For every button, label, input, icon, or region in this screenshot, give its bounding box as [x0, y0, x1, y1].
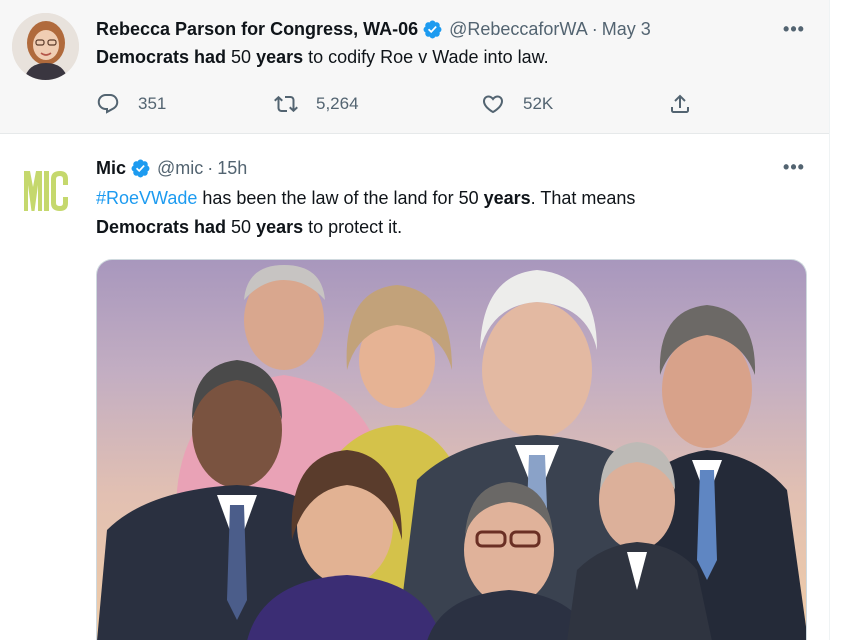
avatar[interactable] [12, 13, 79, 80]
tweet-timestamp[interactable]: 15h [217, 158, 247, 179]
tweet-rebecca-parson[interactable]: Rebecca Parson for Congress, WA-06 @Rebe… [0, 0, 829, 134]
text-bold: Democrats had [96, 47, 227, 67]
like-count: 52K [523, 94, 554, 113]
author-handle[interactable]: @RebeccaforWA [449, 19, 588, 40]
text-span: to protect it. [303, 217, 403, 237]
more-icon[interactable]: ••• [783, 156, 805, 178]
tweet-text-line-2: Democrats had 50 years to protect it. [96, 213, 402, 241]
tweet-header: Rebecca Parson for Congress, WA-06 @Rebe… [96, 17, 651, 41]
verified-icon [131, 159, 150, 177]
text-bold: Democrats had [96, 217, 227, 237]
politicians-collage-image [97, 265, 806, 640]
reply-count: 351 [138, 94, 167, 113]
tweet-actions: 351 5,264 52K [96, 90, 706, 118]
tweet-media-image[interactable] [96, 259, 807, 640]
retweet-button[interactable]: 5,264 [274, 90, 359, 118]
like-button[interactable]: 52K [481, 90, 553, 118]
mic-logo[interactable] [22, 165, 70, 215]
tweet-header: Mic @mic · 15h [96, 156, 247, 180]
text-span: to codify Roe v Wade into law. [303, 47, 549, 67]
tweet-timestamp[interactable]: May 3 [602, 19, 651, 40]
like-icon [482, 95, 504, 114]
retweet-icon [274, 95, 298, 113]
author-handle[interactable]: @mic [157, 158, 203, 179]
share-icon [671, 94, 689, 113]
text-span: . That means [530, 188, 636, 208]
hashtag-link[interactable]: #RoeVWade [96, 188, 197, 208]
text-bold: years [256, 47, 304, 67]
reply-button[interactable]: 351 [96, 90, 166, 118]
separator-dot: · [207, 157, 214, 178]
verified-icon [423, 20, 442, 38]
text-span: 50 [226, 47, 257, 67]
tweet-mic[interactable]: Mic @mic · 15h ••• #RoeVWade has been th… [0, 135, 829, 640]
right-gutter [829, 0, 854, 640]
text-bold: years [483, 188, 531, 208]
share-button[interactable] [668, 90, 710, 118]
separator-dot: · [591, 18, 598, 39]
text-span: 50 [226, 217, 257, 237]
more-icon[interactable]: ••• [783, 18, 805, 40]
author-name[interactable]: Rebecca Parson for Congress, WA-06 [96, 19, 418, 40]
retweet-count: 5,264 [316, 94, 359, 113]
text-span: has been the law of the land for 50 [197, 188, 484, 208]
tweet-text: Democrats had 50 years to codify Roe v W… [96, 43, 549, 71]
reply-icon [97, 94, 119, 114]
text-bold: years [256, 217, 304, 237]
tweet-text-line-1: #RoeVWade has been the law of the land f… [96, 184, 635, 212]
author-name[interactable]: Mic [96, 158, 126, 179]
